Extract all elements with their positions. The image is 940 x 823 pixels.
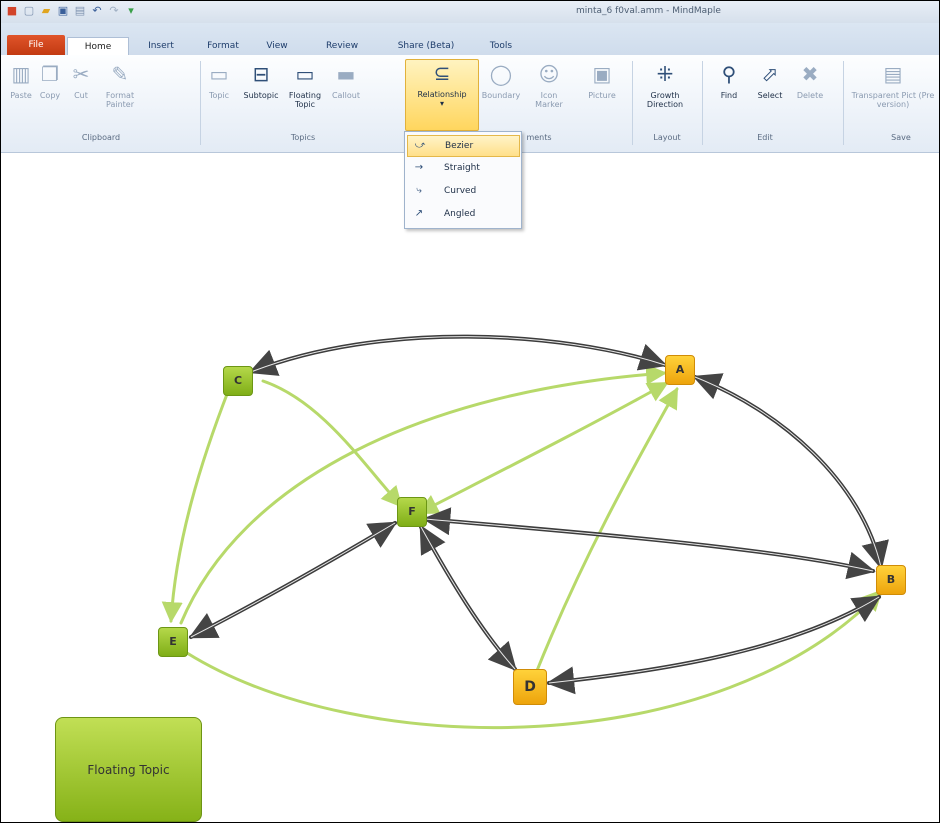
topic-b[interactable]: B xyxy=(876,565,906,595)
topic-a[interactable]: A xyxy=(665,355,695,385)
menu-item-straight[interactable]: → Straight xyxy=(407,158,518,178)
angled-line-icon: ↗ xyxy=(414,208,424,219)
menu-item-curved[interactable]: ⤷ Curved xyxy=(407,181,518,201)
relationship-lines xyxy=(161,334,889,730)
relationship-a-f[interactable] xyxy=(417,381,669,515)
floating-topic[interactable]: Floating Topic xyxy=(55,717,202,822)
topic-d[interactable]: D xyxy=(513,669,547,705)
topic-c[interactable]: C xyxy=(223,366,253,396)
relationship-f-b[interactable] xyxy=(422,507,876,580)
relationship-e-f[interactable] xyxy=(188,521,398,639)
topic-f[interactable]: F xyxy=(397,497,427,527)
relationship-c-a[interactable] xyxy=(248,334,668,376)
relationship-e-b[interactable] xyxy=(185,589,883,730)
relationship-style-menu: ⤻ Bezier → Straight ⤷ Curved ↗ Angled xyxy=(404,131,522,229)
relationship-a-b[interactable] xyxy=(692,373,889,570)
relationship-f-d[interactable] xyxy=(419,524,517,672)
bezier-line-icon: ⤻ xyxy=(414,140,426,151)
curved-line-icon: ⤷ xyxy=(416,185,422,196)
app-window: ■ ▢ ▰ ▣ ▤ ↶ ↷ ▾ minta_6 f0val.amm - Mind… xyxy=(0,0,940,823)
topic-e[interactable]: E xyxy=(158,627,188,657)
menu-item-bezier[interactable]: ⤻ Bezier xyxy=(407,135,520,157)
menu-item-angled[interactable]: ↗ Angled xyxy=(407,204,518,224)
relationship-d-b[interactable] xyxy=(546,595,882,695)
relationship-c-f[interactable] xyxy=(261,379,403,508)
straight-line-icon: → xyxy=(414,162,424,173)
